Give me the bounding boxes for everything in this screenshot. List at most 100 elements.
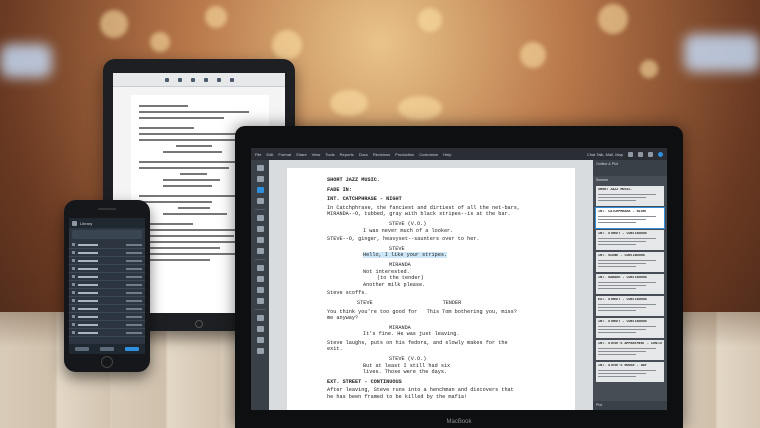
phone-search-input[interactable] bbox=[72, 230, 142, 239]
dialogue-text: Not interested. bbox=[363, 268, 410, 275]
scene-card[interactable]: EXT. STREET - CONTINUOUS bbox=[596, 296, 664, 316]
menu-item-docs[interactable]: Docs bbox=[359, 152, 368, 157]
export-icon[interactable] bbox=[256, 326, 264, 332]
phone-speaker bbox=[98, 208, 116, 210]
menu-item-help[interactable]: Help bbox=[443, 152, 451, 157]
laptop-screen: File Edit Format Share View Tools Reports Docs R… bbox=[251, 148, 667, 410]
note-icon[interactable] bbox=[256, 298, 264, 304]
scene-card[interactable]: INT. GARAGE - CONTINUOUS bbox=[596, 274, 664, 294]
underline-icon[interactable] bbox=[256, 287, 264, 293]
character-text: MIRANDA bbox=[389, 324, 411, 331]
outline-panel: Outline & Plot Scenes SHORT JAZZ MUSIC. I… bbox=[593, 160, 667, 410]
menu-item-revisions[interactable]: Revisions bbox=[373, 152, 390, 157]
phone-device: Library bbox=[64, 200, 150, 372]
format-icon[interactable] bbox=[177, 77, 182, 82]
action-icon[interactable] bbox=[256, 176, 264, 182]
parenthetical-text: (to the tender) bbox=[377, 275, 424, 282]
scene-heading: SHORT JAZZ MUSIC. bbox=[327, 177, 380, 183]
menu-item-edit[interactable]: Edit bbox=[266, 152, 273, 157]
scene-heading: INT. CATCHPHRASE - NIGHT bbox=[327, 196, 402, 203]
list-item[interactable] bbox=[69, 265, 145, 273]
settings-icon[interactable] bbox=[648, 151, 653, 157]
menu-item-share[interactable]: Share bbox=[296, 152, 307, 157]
bokeh-light bbox=[640, 60, 658, 78]
character-cue: TENDER bbox=[442, 299, 462, 306]
menu-item-format[interactable]: Format bbox=[278, 152, 291, 157]
menu-icon[interactable] bbox=[164, 77, 169, 82]
parenthetical-icon[interactable] bbox=[256, 215, 264, 221]
scene-card[interactable]: SHORT JAZZ MUSIC. bbox=[596, 186, 664, 206]
tablet-toolbar bbox=[113, 73, 285, 87]
scene-heading-icon[interactable] bbox=[256, 165, 264, 171]
bokeh-light bbox=[150, 32, 170, 52]
scene-card-title: INT. STREET - CONTINUOUS bbox=[598, 320, 647, 324]
script-page[interactable]: SHORT JAZZ MUSIC. FADE IN: INT. CATCHPHRAS… bbox=[287, 168, 575, 410]
menu-bar: File Edit Format Share View Tools Reports Docs R… bbox=[251, 148, 667, 160]
bold-icon[interactable] bbox=[256, 265, 264, 271]
character-icon[interactable] bbox=[256, 187, 264, 193]
back-icon[interactable] bbox=[72, 220, 77, 226]
scene-card[interactable]: INT. CATCHPHRASE - NIGHT bbox=[596, 208, 664, 228]
share-icon[interactable] bbox=[216, 77, 221, 82]
transition-icon[interactable] bbox=[256, 226, 264, 232]
dialogue-text: I was never much of a looker. bbox=[363, 227, 454, 234]
list-item[interactable] bbox=[69, 313, 145, 321]
bokeh-light bbox=[418, 8, 442, 32]
phone-button[interactable] bbox=[74, 347, 89, 351]
panel-tab[interactable]: Outline & Plot bbox=[596, 162, 664, 166]
phone-home-button[interactable] bbox=[101, 356, 113, 368]
list-item[interactable] bbox=[69, 249, 145, 257]
menu-item-customize[interactable]: Customize bbox=[419, 152, 438, 157]
list-item[interactable] bbox=[69, 321, 145, 329]
settings-icon[interactable] bbox=[229, 77, 234, 82]
dialogue-text: But at least I still had six lives. Thos… bbox=[363, 362, 451, 376]
note-icon[interactable] bbox=[203, 77, 208, 82]
list-item[interactable] bbox=[69, 329, 145, 337]
menu-item-reports[interactable]: Reports bbox=[340, 152, 354, 157]
share-icon[interactable] bbox=[256, 337, 264, 343]
tablet-home-button[interactable] bbox=[195, 320, 203, 328]
action-text: After leaving, Steve runs into a henchma… bbox=[327, 387, 514, 401]
scene-heading: EXT. STREET - CONTINUOUS bbox=[327, 378, 402, 385]
left-toolbar bbox=[251, 160, 269, 410]
help-icon[interactable] bbox=[658, 151, 663, 157]
scene-card[interactable]: INT. STREET - CONTINUOUS bbox=[596, 230, 664, 250]
shot-icon[interactable] bbox=[256, 237, 264, 243]
phone-button[interactable] bbox=[99, 347, 114, 351]
bokeh-light bbox=[598, 4, 628, 34]
text-icon[interactable] bbox=[256, 248, 264, 254]
scene-card[interactable]: INT. SCENE - CONTINUOUS bbox=[596, 252, 664, 272]
dialogue-text: Another milk please. bbox=[363, 281, 426, 288]
menubar-right: Chat Talk, Mail, Map bbox=[587, 151, 663, 157]
bold-icon[interactable] bbox=[190, 77, 195, 82]
list-item[interactable] bbox=[69, 289, 145, 297]
print-icon[interactable] bbox=[256, 315, 264, 321]
scene-heading: FADE IN: bbox=[327, 186, 352, 193]
trash-icon[interactable] bbox=[256, 348, 264, 354]
scene-card-title: INT. SCENE - CONTINUOUS bbox=[598, 254, 645, 258]
scene-card[interactable]: INT. STEVE'S HOUSE - DAY bbox=[596, 362, 664, 382]
scene-card[interactable]: INT. STREET - CONTINUOUS bbox=[596, 318, 664, 338]
scene-card[interactable]: INT. STEVE'S APPARTMENT - CONTINUOUS bbox=[596, 340, 664, 360]
notification-icon[interactable] bbox=[628, 151, 633, 157]
menu-item-file[interactable]: File bbox=[255, 152, 261, 157]
menu-item-tools[interactable]: Tools bbox=[325, 152, 334, 157]
list-item[interactable] bbox=[69, 257, 145, 265]
bokeh-light bbox=[272, 30, 302, 60]
list-item[interactable] bbox=[69, 297, 145, 305]
plot-section-title[interactable]: Plot bbox=[593, 401, 667, 410]
scenes-section-title[interactable]: Scenes bbox=[593, 176, 667, 184]
menu-item-view[interactable]: View bbox=[312, 152, 321, 157]
dialogue-icon[interactable] bbox=[256, 198, 264, 204]
italic-icon[interactable] bbox=[256, 276, 264, 282]
bokeh-light bbox=[205, 6, 227, 28]
phone-primary-button[interactable] bbox=[125, 347, 140, 351]
chat-icon[interactable] bbox=[638, 151, 643, 157]
menu-item-production[interactable]: Production bbox=[395, 152, 414, 157]
list-item[interactable] bbox=[69, 273, 145, 281]
list-item[interactable] bbox=[69, 241, 145, 249]
list-item[interactable] bbox=[69, 281, 145, 289]
user-label[interactable]: Chat Talk, Mail, Map bbox=[587, 152, 623, 157]
list-item[interactable] bbox=[69, 305, 145, 313]
bokeh-light bbox=[330, 90, 368, 116]
